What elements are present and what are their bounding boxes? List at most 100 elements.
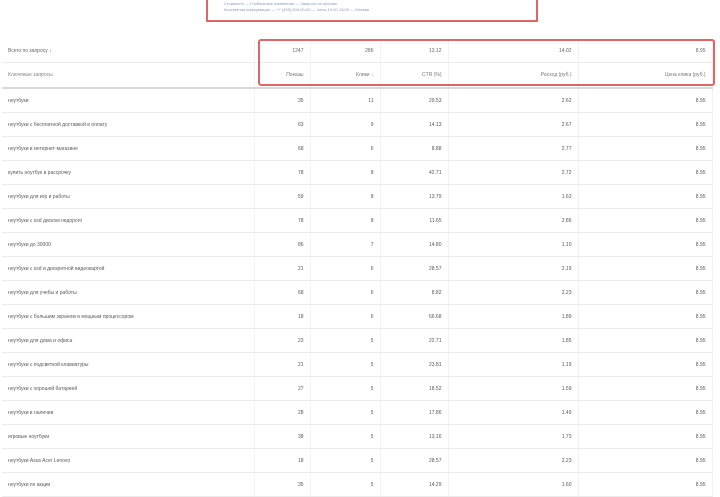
clicks-cell: 5 <box>310 328 381 353</box>
keyword-cell[interactable]: ноутбуки Asus Acer Lenovo <box>2 448 255 473</box>
column-header-cost[interactable]: Расход (руб.) <box>448 62 579 89</box>
cpc-cell: 8.95 <box>578 208 713 233</box>
table-row: ноутбуки до 30000 86 7 14.80 1.10 8.95 <box>2 232 713 257</box>
keyword-cell[interactable]: ноутбуки для игр и работы <box>2 184 255 209</box>
summary-cpc: 8.95 <box>578 40 713 63</box>
cost-cell: 1.49 <box>448 400 579 425</box>
column-header-ctr[interactable]: CTR (%) <box>380 62 449 89</box>
summary-clicks: 286 <box>310 40 381 63</box>
keyword-cell[interactable]: игровые ноутбуки <box>2 424 255 449</box>
ctr-cell: 14.13 <box>380 112 449 137</box>
keyword-cell[interactable]: ноутбуки для учебы и работы <box>2 280 255 305</box>
table-row: ноутбуки 35 11 29.53 2.62 8.95 <box>2 88 713 113</box>
cost-cell: 1.60 <box>448 472 579 497</box>
cpc-cell: 8.95 <box>578 184 713 209</box>
cpc-cell: 8.95 <box>578 88 713 113</box>
cost-cell: 1.73 <box>448 424 579 449</box>
clicks-cell: 6 <box>310 280 381 305</box>
keyword-cell[interactable]: ноутбуки в интернет-магазине <box>2 136 255 161</box>
keyword-cell[interactable]: ноутбуки с хорошей батареей <box>2 376 255 401</box>
clicks-cell: 5 <box>310 376 381 401</box>
column-header-cpc[interactable]: Цена клика (руб.) <box>578 62 713 89</box>
table-row: ноутбуки с ssd и дискретной видеокартой 2… <box>2 256 713 281</box>
clicks-cell: 8 <box>310 208 381 233</box>
clicks-cell: 5 <box>310 472 381 497</box>
ctr-cell: 17.86 <box>380 400 449 425</box>
cost-cell: 1.59 <box>448 376 579 401</box>
summary-row: Всего по запросу ↓ 1247 286 13.12 14.02 … <box>2 40 713 63</box>
keyword-cell[interactable]: ноутбуки для дома и офиса <box>2 328 255 353</box>
keyword-cell[interactable]: ноутбуки до 30000 <box>2 232 255 257</box>
cost-cell: 1.63 <box>448 184 579 209</box>
cpc-cell: 8.95 <box>578 280 713 305</box>
keyword-cell[interactable]: ноутбуки в наличии <box>2 400 255 425</box>
impressions-cell: 68 <box>254 280 311 305</box>
table-row: игровые ноутбуки 38 5 13.16 1.73 8.95 <box>2 424 713 449</box>
impressions-cell: 59 <box>254 184 311 209</box>
cpc-cell: 8.95 <box>578 304 713 329</box>
report-table: Всего по запросу ↓ 1247 286 13.12 14.02 … <box>2 40 713 497</box>
impressions-cell: 78 <box>254 160 311 185</box>
impressions-cell: 28 <box>254 400 311 425</box>
keyword-cell[interactable]: купить ноутбук в рассрочку <box>2 160 255 185</box>
cpc-cell: 8.95 <box>578 160 713 185</box>
clicks-cell: 6 <box>310 136 381 161</box>
cost-cell: 2.86 <box>448 208 579 233</box>
impressions-cell: 23 <box>254 328 311 353</box>
impressions-cell: 18 <box>254 448 311 473</box>
summary-label: Всего по запросу ↓ <box>2 40 255 63</box>
table-row: ноутбуки с бесплатной доставкой в оплату… <box>2 112 713 137</box>
cpc-cell: 8.95 <box>578 472 713 497</box>
keyword-cell[interactable]: ноутбуки с подсветкой клавиатуры <box>2 352 255 377</box>
cost-cell: 2.62 <box>448 88 579 113</box>
cost-cell: 1.85 <box>448 328 579 353</box>
impressions-cell: 27 <box>254 376 311 401</box>
table-row: ноутбуки в наличии 28 5 17.86 1.49 8.95 <box>2 400 713 425</box>
table-header-row: Ключевые запросы Показы Клики ↓ CTR (%) … <box>2 62 713 89</box>
ctr-cell: 13.79 <box>380 184 449 209</box>
ctr-cell: 8.82 <box>380 280 449 305</box>
table-row: ноутбуки с большим экраном и мощным проц… <box>2 304 713 329</box>
ctr-cell: 22.71 <box>380 328 449 353</box>
ctr-cell: 13.16 <box>380 424 449 449</box>
clicks-cell: 8 <box>310 160 381 185</box>
keyword-cell[interactable]: ноутбуки с ssd диском недорого <box>2 208 255 233</box>
clicks-cell: 6 <box>310 256 381 281</box>
impressions-cell: 78 <box>254 208 311 233</box>
ctr-cell: 28.57 <box>380 448 449 473</box>
table-row: ноутбуки с хорошей батареей 27 5 18.52 1.59 8… <box>2 376 713 401</box>
clicks-cell: 5 <box>310 400 381 425</box>
ctr-cell: 23.81 <box>380 352 449 377</box>
impressions-cell: 68 <box>254 136 311 161</box>
clicks-cell: 11 <box>310 88 381 113</box>
table-row: ноутбуки для учебы и работы 68 6 8.82 2.23 8.… <box>2 280 713 305</box>
column-header-keyword[interactable]: Ключевые запросы <box>2 62 255 89</box>
keyword-cell[interactable]: ноутбуки с бесплатной доставкой в оплату <box>2 112 255 137</box>
cpc-cell: 8.95 <box>578 136 713 161</box>
impressions-cell: 21 <box>254 352 311 377</box>
impressions-cell: 86 <box>254 232 311 257</box>
keyword-cell[interactable]: ноутбуки с ssd и дискретной видеокартой <box>2 256 255 281</box>
cpc-cell: 8.95 <box>578 256 713 281</box>
table-row: купить ноутбук в рассрочку 78 8 42.71 2.72 8.… <box>2 160 713 185</box>
cpc-cell: 8.95 <box>578 400 713 425</box>
ctr-cell: 28.57 <box>380 256 449 281</box>
table-row: ноутбуки с ssd диском недорого 78 8 11.65 2.… <box>2 208 713 233</box>
keyword-cell[interactable]: ноутбуки с большим экраном и мощным проц… <box>2 304 255 329</box>
clicks-cell: 8 <box>310 184 381 209</box>
impressions-cell: 38 <box>254 424 311 449</box>
cost-cell: 2.19 <box>448 256 579 281</box>
clicks-cell: 9 <box>310 112 381 137</box>
keyword-cell[interactable]: ноутбуки <box>2 88 255 113</box>
column-header-clicks[interactable]: Клики ↓ <box>310 62 381 89</box>
table-row: ноутбуки по акции 35 5 14.29 1.60 8.95 <box>2 472 713 497</box>
cpc-cell: 8.95 <box>578 424 713 449</box>
cpc-cell: 8.95 <box>578 112 713 137</box>
keyword-cell[interactable]: ноутбуки по акции <box>2 472 255 497</box>
impressions-cell: 35 <box>254 88 311 113</box>
impressions-cell: 21 <box>254 256 311 281</box>
table-row: ноутбуки для игр и работы 59 8 13.79 1.63 8.9… <box>2 184 713 209</box>
clicks-cell: 5 <box>310 448 381 473</box>
column-header-impressions[interactable]: Показы <box>254 62 311 89</box>
cost-cell: 2.67 <box>448 112 579 137</box>
